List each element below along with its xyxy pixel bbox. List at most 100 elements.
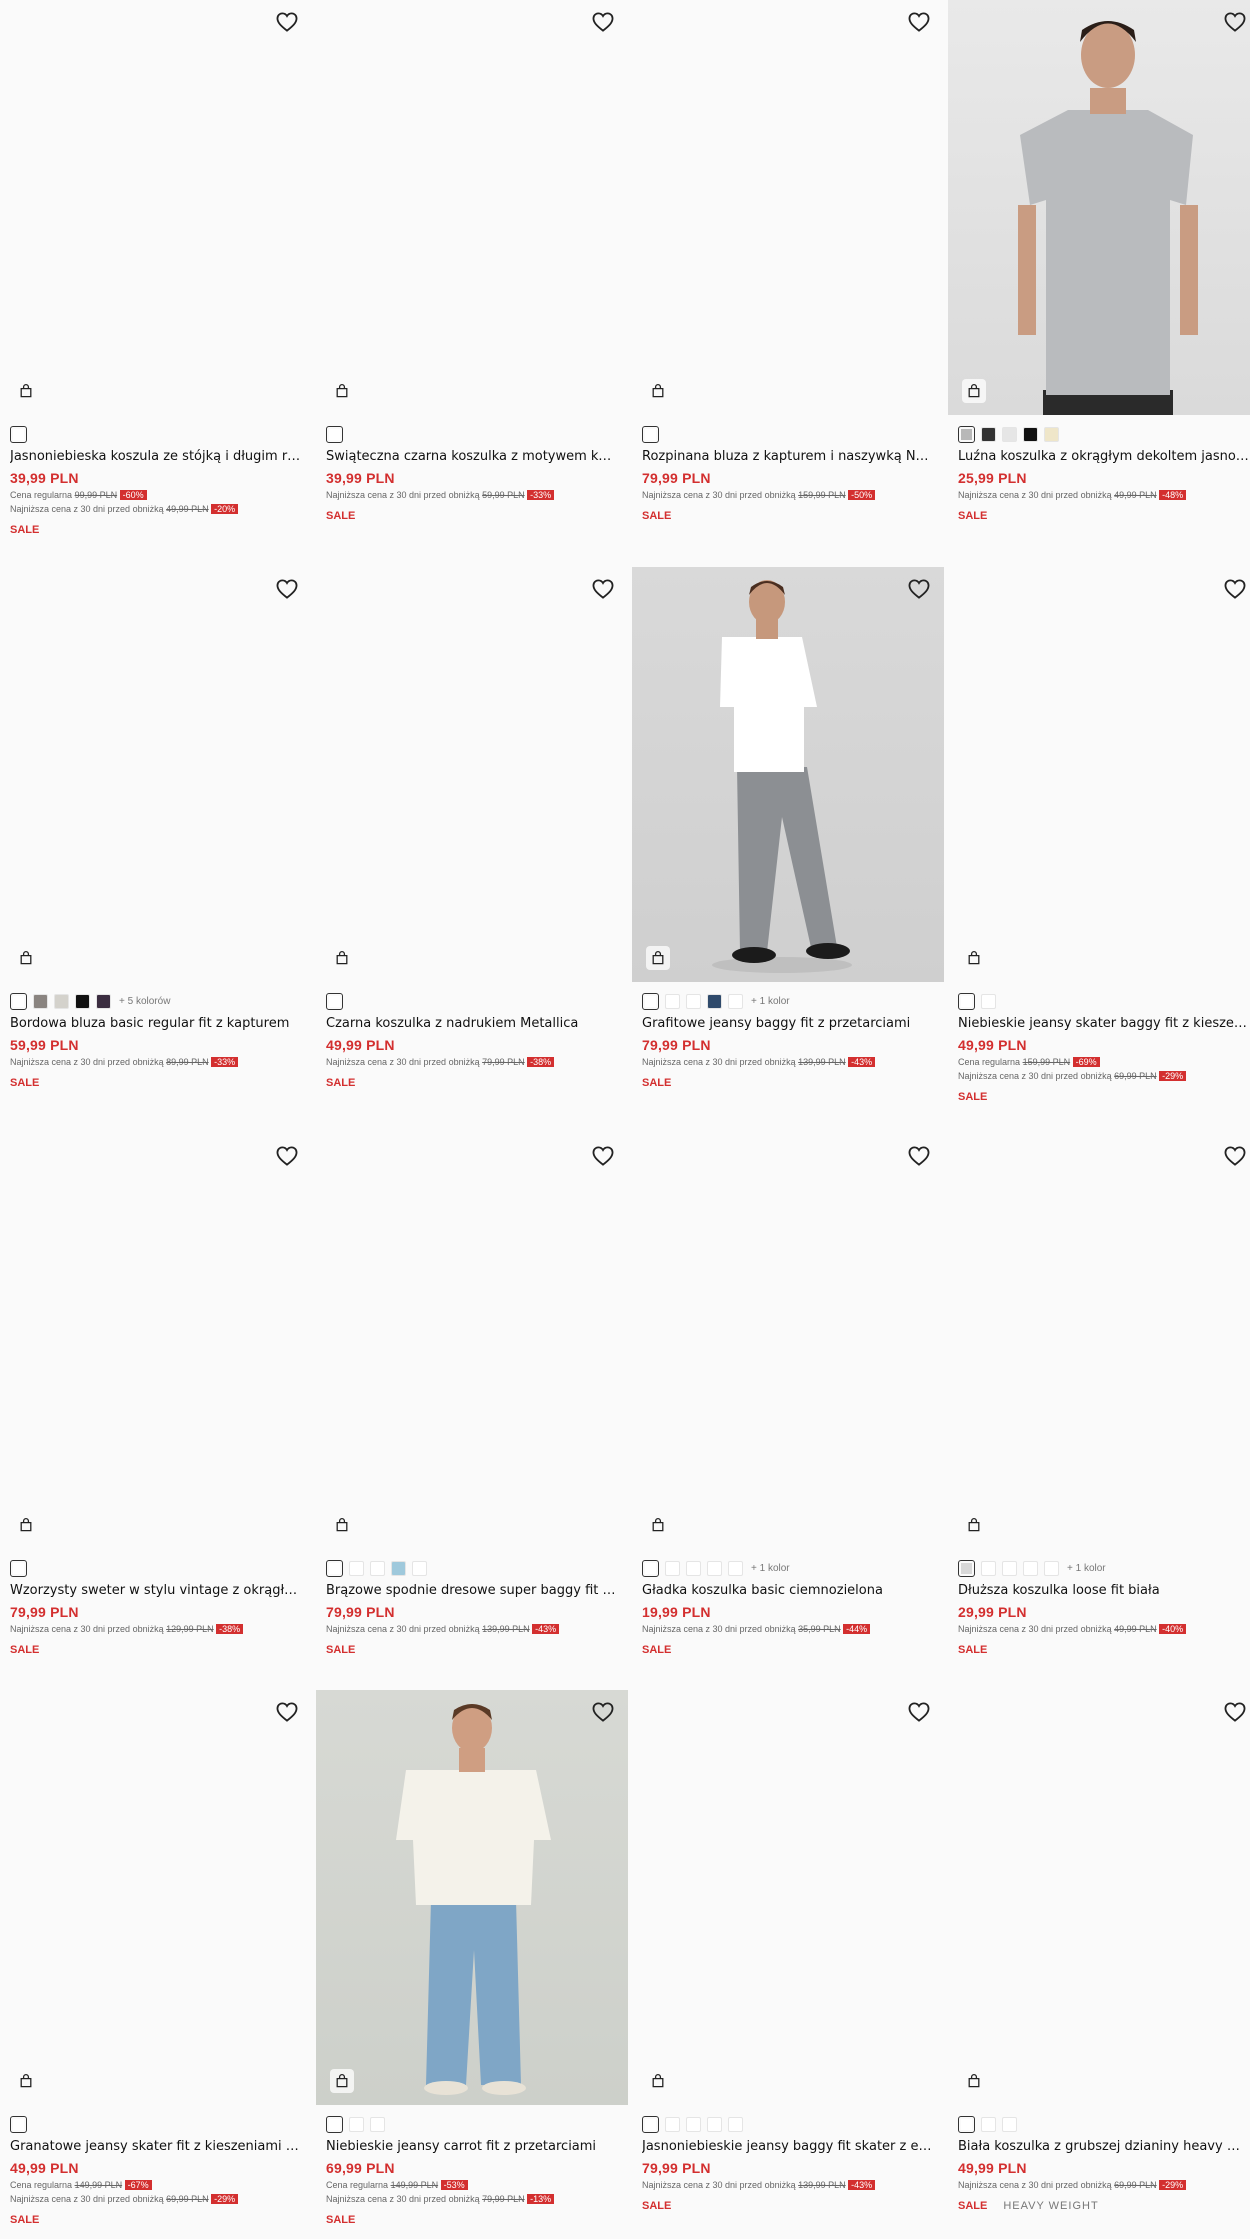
heart-icon[interactable]: [1224, 1702, 1246, 1722]
heart-icon[interactable]: [1224, 579, 1246, 599]
color-swatch[interactable]: [10, 992, 27, 1010]
color-swatch[interactable]: [391, 1560, 406, 1576]
color-swatch[interactable]: [728, 1560, 743, 1576]
color-swatch[interactable]: [728, 2116, 743, 2132]
color-swatch[interactable]: [1002, 1560, 1017, 1576]
color-swatch[interactable]: [665, 1560, 680, 1576]
product-name[interactable]: Grafitowe jeansy baggy fit z przetarciam…: [642, 1016, 934, 1031]
heart-icon[interactable]: [592, 579, 614, 599]
product-card[interactable]: Rozpinana bluza z kapturem i naszywką NY…: [632, 0, 944, 522]
color-swatch[interactable]: [75, 993, 90, 1009]
product-name[interactable]: Dłuższa koszulka loose fit biała: [958, 1583, 1250, 1598]
product-card[interactable]: Biała koszulka z grubszej dzianiny heavy…: [948, 1690, 1250, 2212]
product-card[interactable]: Granatowe jeansy skater fit z kieszeniam…: [0, 1690, 312, 2226]
color-swatch[interactable]: [958, 992, 975, 1010]
color-swatch[interactable]: [981, 993, 996, 1009]
color-swatch[interactable]: [326, 425, 343, 443]
color-swatch[interactable]: [728, 993, 743, 1009]
product-card[interactable]: Niebieskie jeansy carrot fit z przetarci…: [316, 1690, 628, 2226]
color-swatch[interactable]: [1002, 426, 1017, 442]
product-name[interactable]: Świąteczna czarna koszulka z motywem kar…: [326, 449, 618, 464]
color-swatch[interactable]: [1023, 426, 1038, 442]
product-image[interactable]: [0, 0, 312, 415]
color-swatch[interactable]: [958, 2115, 975, 2133]
product-card[interactable]: Jasnoniebieskie jeansy baggy fit skater …: [632, 1690, 944, 2212]
color-swatch[interactable]: [707, 1560, 722, 1576]
product-name[interactable]: Wzorzysty sweter w stylu vintage z okrąg…: [10, 1583, 302, 1598]
color-swatch[interactable]: [54, 993, 69, 1009]
heart-icon[interactable]: [908, 579, 930, 599]
more-colors-label[interactable]: + 1 kolor: [1067, 1563, 1106, 1574]
heart-icon[interactable]: [276, 579, 298, 599]
shopping-bag-icon[interactable]: [646, 379, 670, 403]
shopping-bag-icon[interactable]: [646, 946, 670, 970]
heart-icon[interactable]: [276, 12, 298, 32]
color-swatch[interactable]: [686, 993, 701, 1009]
shopping-bag-icon[interactable]: [14, 1513, 38, 1537]
product-name[interactable]: Granatowe jeansy skater fit z kieszeniam…: [10, 2139, 302, 2154]
product-card[interactable]: Świąteczna czarna koszulka z motywem kar…: [316, 0, 628, 522]
product-name[interactable]: Rozpinana bluza z kapturem i naszywką NY…: [642, 449, 934, 464]
more-colors-label[interactable]: + 1 kolor: [751, 1563, 790, 1574]
color-swatch[interactable]: [958, 425, 975, 443]
product-name[interactable]: Jasnoniebieska koszula ze stójką i długi…: [10, 449, 302, 464]
shopping-bag-icon[interactable]: [14, 946, 38, 970]
more-colors-label[interactable]: + 5 kolorów: [119, 996, 170, 1007]
product-card[interactable]: Wzorzysty sweter w stylu vintage z okrąg…: [0, 1134, 312, 1656]
color-swatch[interactable]: [326, 992, 343, 1010]
color-swatch[interactable]: [1023, 1560, 1038, 1576]
shopping-bag-icon[interactable]: [330, 946, 354, 970]
shopping-bag-icon[interactable]: [14, 2069, 38, 2093]
color-swatch[interactable]: [642, 992, 659, 1010]
color-swatch[interactable]: [981, 426, 996, 442]
product-image[interactable]: [632, 0, 944, 415]
color-swatch[interactable]: [96, 993, 111, 1009]
shopping-bag-icon[interactable]: [646, 1513, 670, 1537]
heart-icon[interactable]: [592, 1702, 614, 1722]
product-card[interactable]: + 1 kolor Grafitowe jeansy baggy fit z pr…: [632, 567, 944, 1089]
color-swatch[interactable]: [33, 993, 48, 1009]
product-name[interactable]: Niebieskie jeansy carrot fit z przetarci…: [326, 2139, 618, 2154]
color-swatch[interactable]: [686, 1560, 701, 1576]
shopping-bag-icon[interactable]: [14, 379, 38, 403]
heart-icon[interactable]: [1224, 1146, 1246, 1166]
color-swatch[interactable]: [1002, 2116, 1017, 2132]
color-swatch[interactable]: [1044, 1560, 1059, 1576]
product-name[interactable]: Bordowa bluza basic regular fit z kaptur…: [10, 1016, 302, 1031]
heart-icon[interactable]: [908, 1702, 930, 1722]
product-image[interactable]: [948, 1690, 1250, 2105]
shopping-bag-icon[interactable]: [962, 946, 986, 970]
product-image[interactable]: [948, 1134, 1250, 1549]
product-image[interactable]: [632, 1134, 944, 1549]
color-swatch[interactable]: [981, 1560, 996, 1576]
color-swatch[interactable]: [958, 1559, 975, 1577]
product-card[interactable]: + 5 kolorów Bordowa bluza basic regular f…: [0, 567, 312, 1089]
heart-icon[interactable]: [592, 1146, 614, 1166]
product-image[interactable]: [948, 567, 1250, 982]
color-swatch[interactable]: [10, 425, 27, 443]
more-colors-label[interactable]: + 1 kolor: [751, 996, 790, 1007]
color-swatch[interactable]: [642, 425, 659, 443]
color-swatch[interactable]: [349, 1560, 364, 1576]
color-swatch[interactable]: [665, 993, 680, 1009]
shopping-bag-icon[interactable]: [962, 1513, 986, 1537]
heart-icon[interactable]: [908, 12, 930, 32]
color-swatch[interactable]: [10, 2115, 27, 2133]
color-swatch[interactable]: [326, 2115, 343, 2133]
shopping-bag-icon[interactable]: [330, 379, 354, 403]
product-name[interactable]: Czarna koszulka z nadrukiem Metallica: [326, 1016, 618, 1031]
product-name[interactable]: Biała koszulka z grubszej dzianiny heavy…: [958, 2139, 1250, 2154]
color-swatch[interactable]: [412, 1560, 427, 1576]
product-name[interactable]: Jasnoniebieskie jeansy baggy fit skater …: [642, 2139, 934, 2154]
color-swatch[interactable]: [707, 2116, 722, 2132]
shopping-bag-icon[interactable]: [962, 2069, 986, 2093]
product-image[interactable]: [632, 567, 944, 982]
product-image[interactable]: [0, 1690, 312, 2105]
product-image[interactable]: [948, 0, 1250, 415]
product-image[interactable]: [316, 1690, 628, 2105]
shopping-bag-icon[interactable]: [962, 379, 986, 403]
color-swatch[interactable]: [349, 2116, 364, 2132]
product-image[interactable]: [316, 567, 628, 982]
product-card[interactable]: + 1 kolor Gładka koszulka basic ciemnozie…: [632, 1134, 944, 1656]
product-image[interactable]: [316, 1134, 628, 1549]
